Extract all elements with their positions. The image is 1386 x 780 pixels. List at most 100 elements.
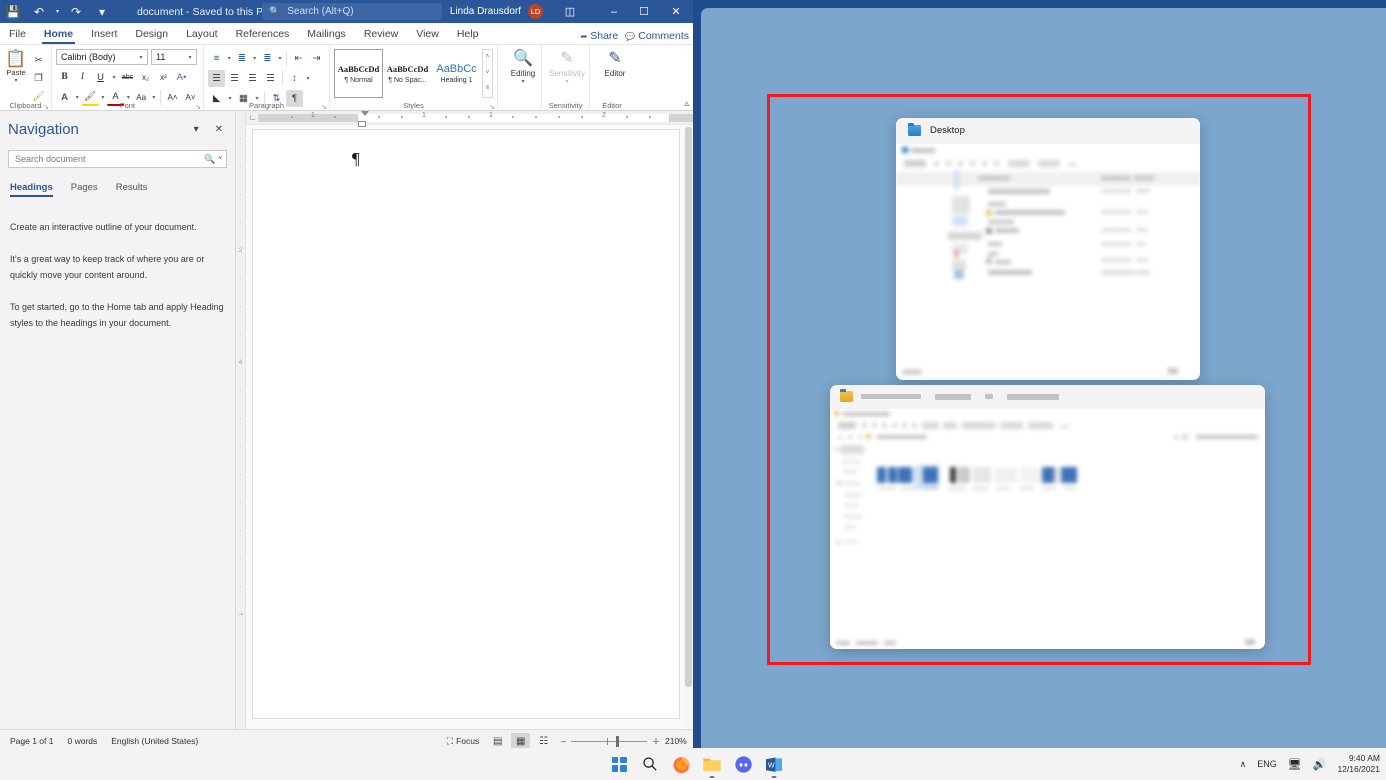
search-icon[interactable]: 🔍 [204,154,215,165]
explorer-content-blurred[interactable] [830,409,1265,649]
minimize-button[interactable]: – [599,0,629,23]
tab-mailings[interactable]: Mailings [298,26,355,44]
nav-tab-headings[interactable]: Headings [10,182,53,197]
nav-tab-results[interactable]: Results [116,182,148,197]
undo-icon[interactable]: ↶ [26,0,52,23]
focus-mode-button[interactable]: ⛶ Focus [440,736,486,747]
chevron-down-icon[interactable]: ▾ [521,78,524,85]
font-size-combobox[interactable]: 11 ▾ [151,49,197,65]
navigation-search-input[interactable]: Search document 🔍 ˅ [8,150,227,168]
multilevel-list-icon[interactable]: ≣ [259,50,276,67]
clock[interactable]: 9:40 AM 12/16/2021 [1337,753,1380,775]
paste-button[interactable]: 📋 Paste ▾ [4,50,28,105]
ribbon-display-options-icon[interactable]: ◫ [555,0,585,23]
increase-indent-icon[interactable]: ⇥ [308,50,325,67]
read-mode-icon[interactable]: ▤ [488,733,507,749]
tab-references[interactable]: References [227,26,299,44]
chevron-down-icon[interactable]: ▾ [226,55,232,62]
desktop-explorer-window[interactable]: Desktop [896,118,1200,380]
strikethrough-button[interactable]: abc [119,69,136,86]
horizontal-ruler[interactable]: ∟ 1 1 1 2 [246,111,693,127]
chevron-down-icon[interactable]: ▾ [151,94,158,101]
files-explorer-window[interactable] [830,385,1265,649]
align-center-icon[interactable]: ☰ [226,70,243,87]
italic-button[interactable]: I [74,69,91,86]
nav-tab-pages[interactable]: Pages [71,182,98,197]
chevron-down-icon[interactable]: ˅ [218,156,222,162]
tray-overflow-icon[interactable]: ∧ [1240,759,1247,770]
text-effects-icon[interactable]: A• [173,69,190,86]
tab-file[interactable]: File [0,26,35,44]
chevron-down-icon[interactable]: ▾ [125,94,132,101]
zoom-slider-thumb[interactable] [616,735,619,747]
search-input[interactable]: 🔍 Search (Alt+Q) [262,3,442,20]
superscript-button[interactable]: x² [155,69,172,86]
navigation-options-chevron-icon[interactable]: ▾ [194,124,199,135]
style-normal[interactable]: AaBbCcDd ¶ Normal [334,49,383,98]
document-title[interactable]: document - Saved to this PC ▾ [137,6,279,18]
font-family-combobox[interactable]: Calibri (Body) ▾ [56,49,148,65]
desktop-wallpaper[interactable]: Desktop [701,8,1386,748]
decrease-indent-icon[interactable]: ⇤ [290,50,307,67]
zoom-control[interactable]: – ＋ 210% [555,735,689,747]
zoom-level-label[interactable]: 210% [665,736,689,746]
document-vertical-scrollbar[interactable] [684,125,693,729]
scrollbar-thumb[interactable] [685,127,692,687]
network-icon[interactable]: 🖥 [1288,758,1302,771]
document-page[interactable]: ¶ [252,129,680,719]
justify-icon[interactable]: ☰ [262,70,279,87]
styles-scroll-down-icon[interactable]: ˅ [483,66,492,82]
line-spacing-icon[interactable]: ↕ [286,70,303,87]
style-heading-1[interactable]: AaBbCc Heading 1 [432,49,481,98]
start-button[interactable] [608,753,630,775]
tab-insert[interactable]: Insert [82,26,126,44]
maximize-button[interactable]: ☐ [629,0,659,23]
explorer-content-blurred[interactable] [896,144,1200,380]
numbering-icon[interactable]: ≣ [233,50,250,67]
zoom-in-button[interactable]: ＋ [652,736,660,747]
web-layout-icon[interactable]: ☷ [534,733,553,749]
vertical-ruler[interactable]: · · · · 2 · · · 4 · · · · · · · · ⇢ [236,111,246,729]
tab-view[interactable]: View [407,26,448,44]
account-name[interactable]: Linda Drausdorf [450,6,528,17]
avatar[interactable]: LD [528,4,543,19]
styles-scroll-up-icon[interactable]: ˄ [483,50,492,66]
chevron-down-icon[interactable]: ▾ [304,75,312,82]
window-title-bar[interactable]: Desktop [896,118,1200,144]
align-left-icon[interactable]: ☰ [208,69,225,87]
taskbar-word-button[interactable]: W [763,753,785,778]
tab-help[interactable]: Help [448,26,488,44]
chevron-down-icon[interactable]: ▾ [251,55,257,62]
styles-gallery-scrollbar[interactable]: ˄ ˅ ≡ [482,49,493,98]
paragraph-dialog-launcher[interactable]: ↘ [321,103,327,111]
tab-review[interactable]: Review [355,26,407,44]
chevron-down-icon[interactable]: ▾ [100,94,107,101]
editor-button[interactable]: ✎ Editor [594,48,636,78]
volume-icon[interactable]: 🔊 [1313,758,1327,771]
taskbar-search-button[interactable] [639,753,661,775]
first-line-indent-marker[interactable] [361,111,369,116]
subscript-button[interactable]: x₂ [137,69,154,86]
chevron-down-icon[interactable]: ▾ [277,55,283,62]
copy-icon[interactable]: ❐ [30,70,47,87]
tab-layout[interactable]: Layout [177,26,227,44]
underline-button[interactable]: U [92,69,109,86]
editing-button[interactable]: 🔍 Editing ▾ [502,48,544,85]
qat-overflow-icon[interactable]: ▾ [89,0,115,23]
bullets-icon[interactable]: ≡ [208,50,225,67]
taskbar-file-explorer-button[interactable] [701,753,723,778]
bold-button[interactable]: B [56,69,73,86]
redo-icon[interactable]: ↷ [63,0,89,23]
window-title-bar[interactable] [830,385,1265,409]
chevron-down-icon[interactable]: ▾ [14,77,17,84]
save-icon[interactable]: 💾 [0,0,26,23]
share-button[interactable]: ➦ Share [581,30,619,42]
style-no-spacing[interactable]: AaBbCcDd ¶ No Spac... [383,49,432,98]
tab-design[interactable]: Design [126,26,177,44]
align-right-icon[interactable]: ☰ [244,70,261,87]
styles-dialog-launcher[interactable]: ↘ [489,103,495,111]
styles-more-icon[interactable]: ≡ [483,81,492,97]
zoom-slider[interactable] [571,735,647,747]
collapse-ribbon-icon[interactable]: ▵ [684,98,689,109]
status-language[interactable]: English (United States) [111,736,198,746]
